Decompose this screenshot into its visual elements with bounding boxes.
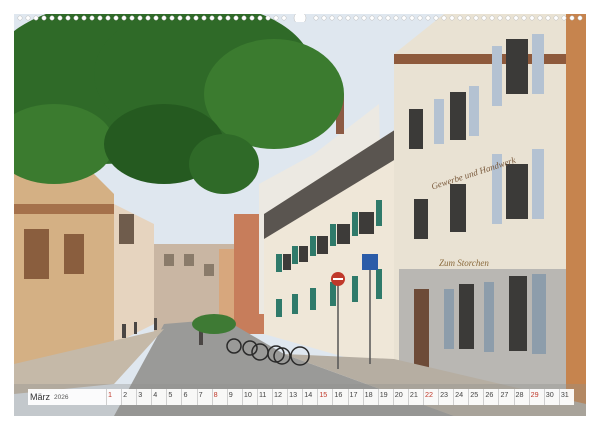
day-cell: 8 (211, 389, 227, 405)
month-label: März 2026 (28, 392, 106, 402)
day-cell: 20 (392, 389, 408, 405)
day-cell: 6 (181, 389, 196, 405)
day-cell: 24 (453, 389, 468, 405)
day-cell: 27 (498, 389, 513, 405)
day-cell: 17 (347, 389, 363, 405)
day-cell: 7 (196, 389, 212, 405)
day-cell: 23 (438, 389, 453, 405)
day-cell: 18 (362, 389, 378, 405)
day-cell: 4 (151, 389, 166, 405)
facade-sign-lower: Zum Storchen (439, 258, 489, 268)
parking-sign (362, 254, 378, 270)
spiral-binding (17, 14, 583, 22)
day-cell: 22 (422, 389, 438, 405)
day-cell: 11 (256, 389, 272, 405)
day-cell: 25 (468, 389, 483, 405)
day-cell: 28 (513, 389, 529, 405)
day-cell: 15 (317, 389, 332, 405)
day-cell: 14 (302, 389, 317, 405)
day-cell: 19 (377, 389, 393, 405)
calendar-page: Gewerbe und Handwerk Zum Storchen März 2… (0, 0, 600, 432)
day-cells: 1 2 3 4 5 6 7 8 9 10 11 12 13 14 15 16 17 18 19 20 21 22 23 24 2… (106, 389, 574, 405)
day-cell: 10 (241, 389, 257, 405)
day-cell: 30 (543, 389, 559, 405)
day-cell: 3 (136, 389, 151, 405)
day-cell: 16 (332, 389, 347, 405)
day-cell: 2 (121, 389, 136, 405)
day-cell: 1 (106, 389, 121, 405)
calendar-date-strip: März 2026 1 2 3 4 5 6 7 8 9 10 11 12 13 14 15 16 17 18 19 2… (28, 389, 574, 405)
day-cell: 5 (166, 389, 181, 405)
month-year: 2026 (54, 393, 69, 401)
hedge (192, 314, 236, 334)
day-cell: 21 (407, 389, 423, 405)
day-cell: 29 (528, 389, 544, 405)
month-name: März (30, 392, 50, 402)
street-photo: Gewerbe und Handwerk Zum Storchen (14, 14, 586, 416)
day-cell: 9 (226, 389, 242, 405)
day-cell: 12 (272, 389, 287, 405)
day-cell: 26 (483, 389, 498, 405)
hanger-hole (293, 14, 307, 22)
day-cell: 13 (287, 389, 302, 405)
day-cell: 31 (558, 389, 574, 405)
